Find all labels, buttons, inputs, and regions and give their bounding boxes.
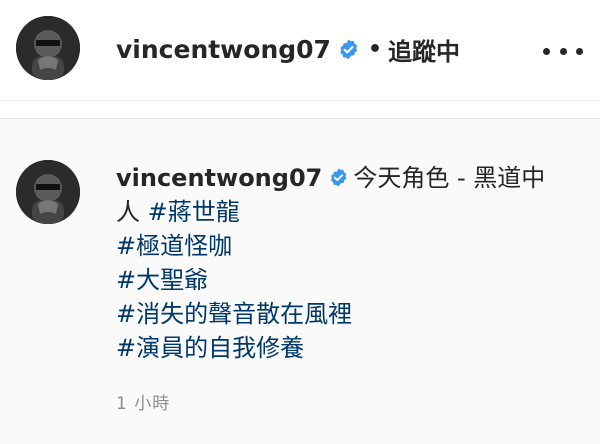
more-dot [559,47,567,55]
more-dot [543,47,550,55]
hashtag-link[interactable]: #消失的聲音散在風裡 [116,297,586,331]
more-options-icon[interactable] [543,40,583,62]
more-dot [576,47,583,55]
hashtag-link[interactable]: #大聖爺 [116,263,586,297]
caption: vincentwong07 今天角色 - 黑道中 人 #蔣世龍 #極道怪咖 #大… [116,161,586,365]
avatar[interactable] [16,16,80,80]
profile-photo [16,160,80,224]
post-header: vincentwong07 • 追蹤中 [0,0,600,101]
hashtag-link[interactable]: #蔣世龍 [148,198,240,226]
caption-text-1: 今天角色 - 黑道中 [353,164,546,192]
hashtag-link[interactable]: #演員的自我修養 [116,331,586,365]
post-timestamp[interactable]: 1 小時 [116,389,170,414]
caption-text-2: 人 [116,198,140,226]
hashtag-link[interactable]: #極道怪咖 [116,229,586,263]
separator-dot: • [367,36,383,62]
verified-badge-icon [340,38,358,59]
header-username[interactable]: vincentwong07 [116,35,331,64]
caption-avatar[interactable] [16,160,80,224]
profile-photo [16,16,80,80]
verified-badge-icon [331,168,347,187]
following-button[interactable]: 追蹤中 [388,32,460,67]
caption-username[interactable]: vincentwong07 [116,164,322,192]
comments-panel: vincentwong07 今天角色 - 黑道中 人 #蔣世龍 #極道怪咖 #大… [0,118,600,444]
header-user-row: vincentwong07 • 追蹤中 [116,31,460,67]
